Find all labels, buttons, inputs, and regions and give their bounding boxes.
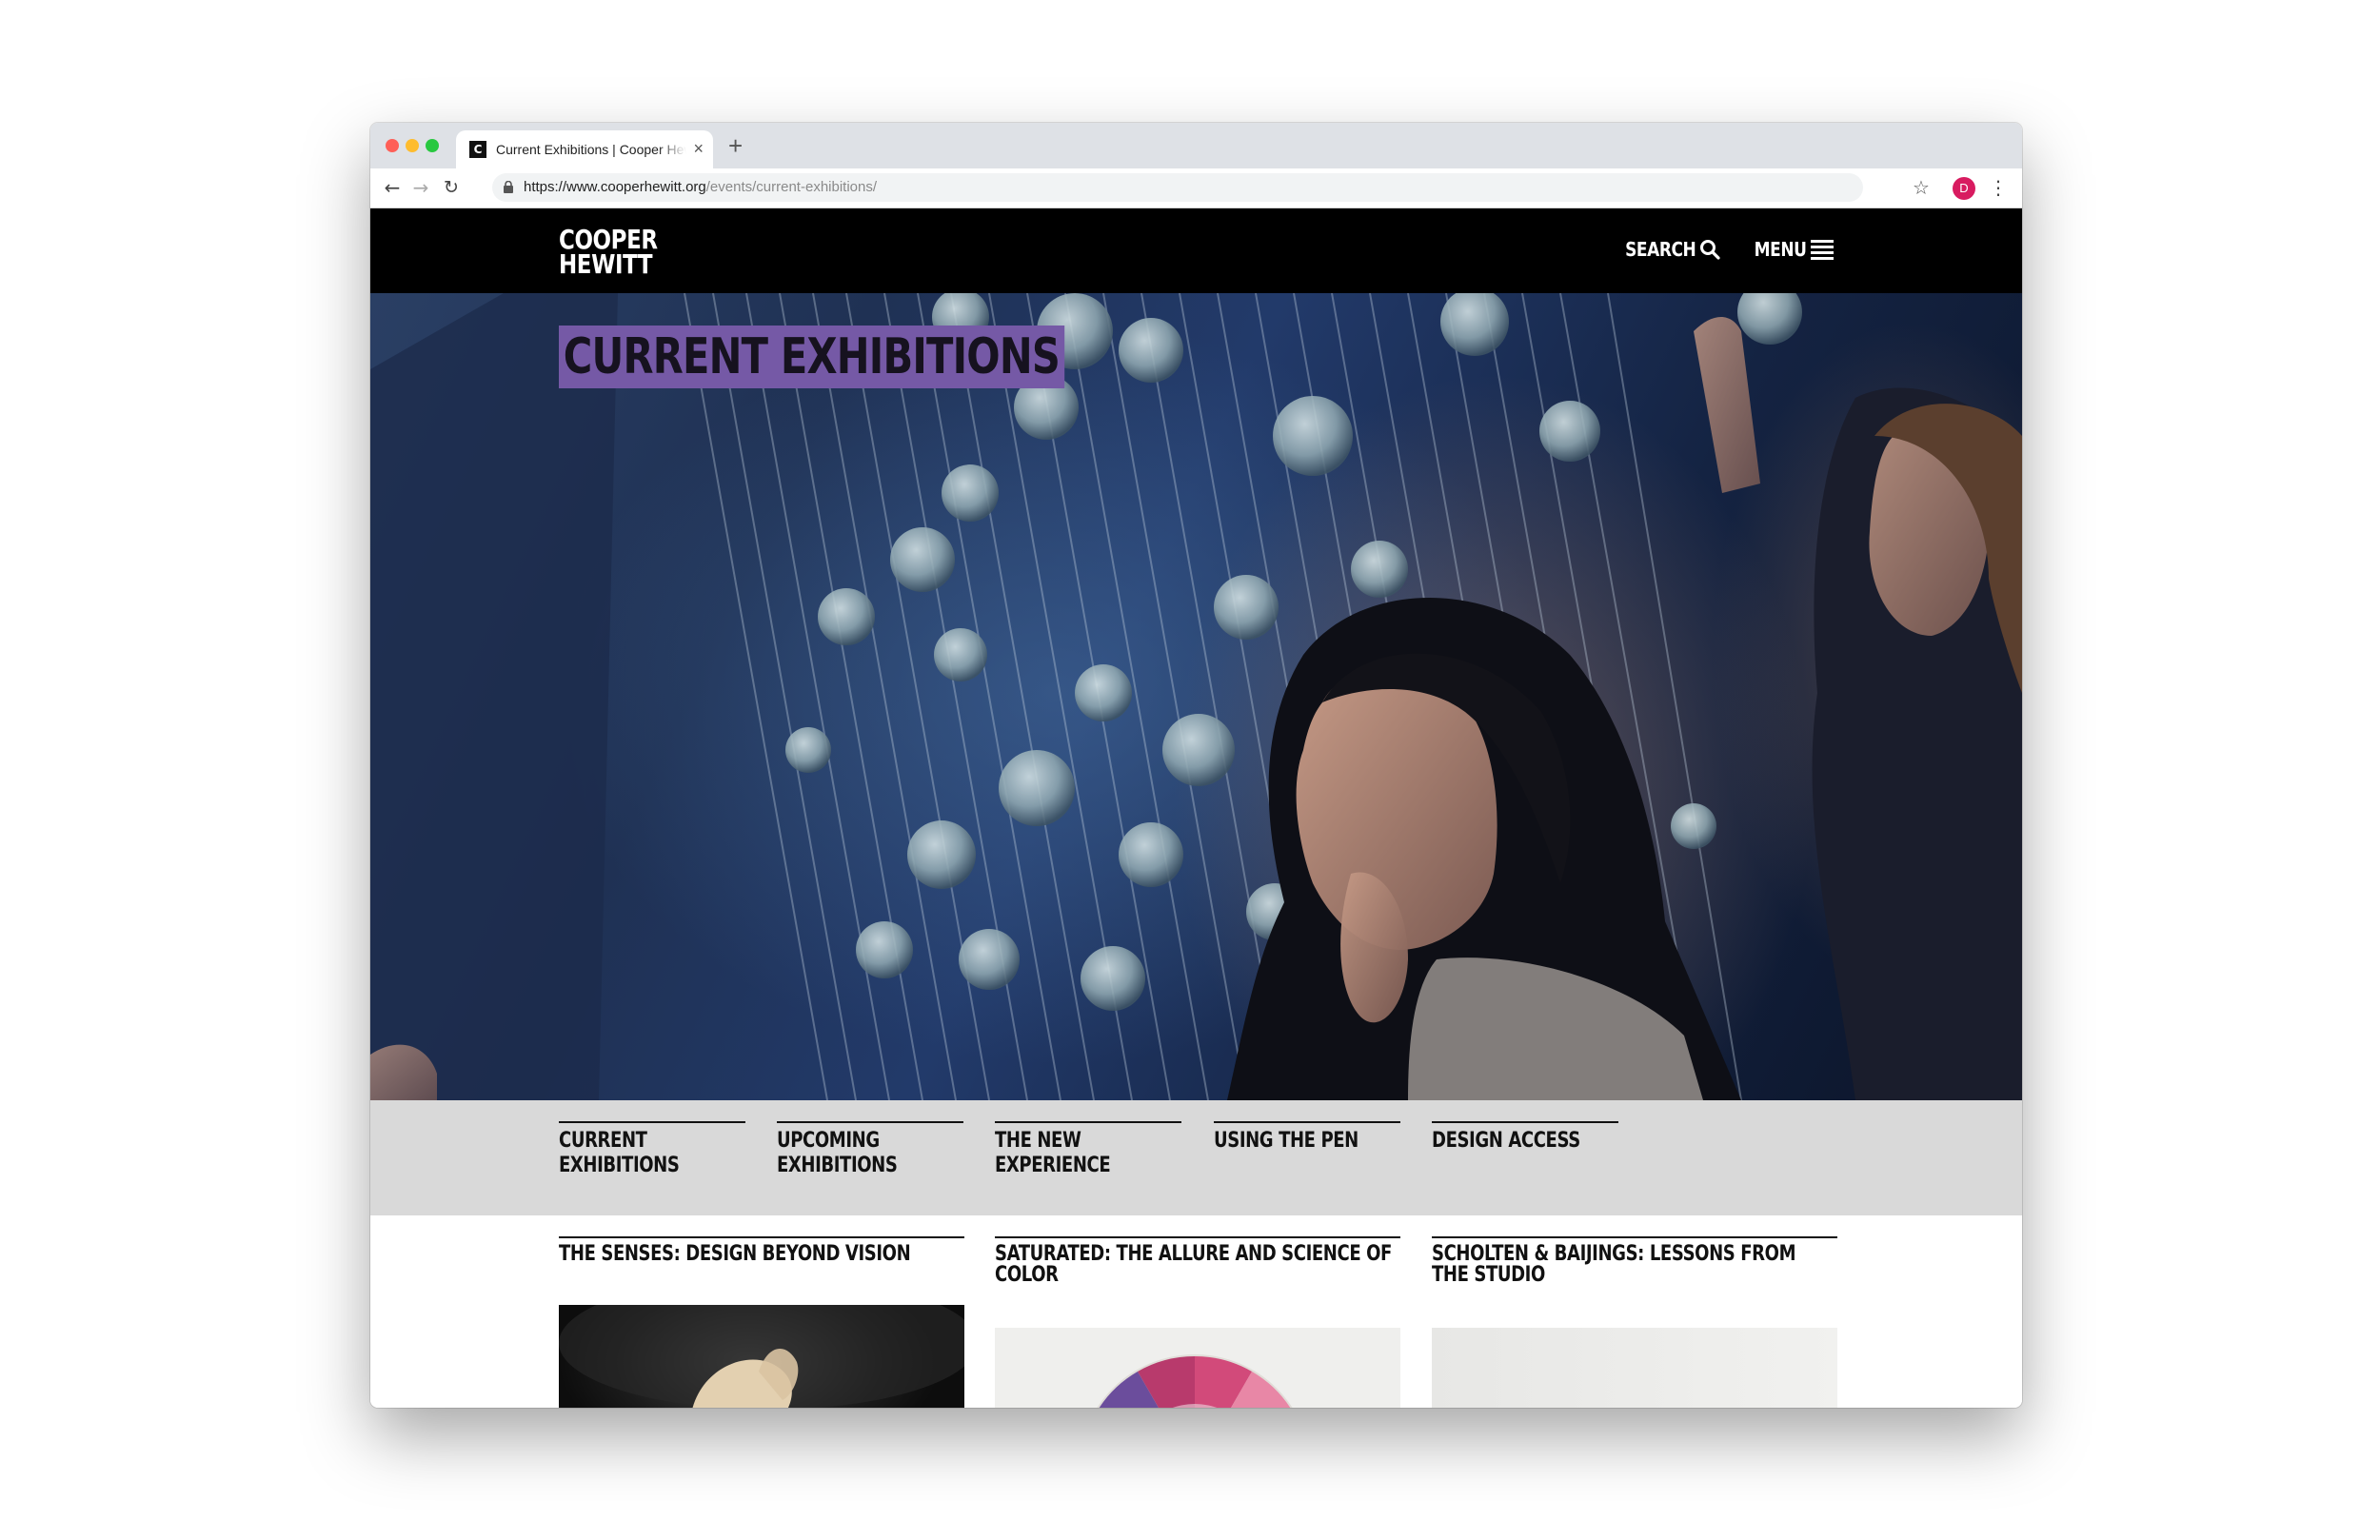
search-icon [1700,240,1721,260]
header-nav: SEARCH MENU [1588,237,1834,262]
hero-title-wrap: CURRENT EXHIBITIONS [559,326,1191,388]
exhibition-image[interactable] [995,1328,1400,1408]
page-viewport: COOPER HEWITT SEARCH MENU CURRENT EXHIBI… [370,208,2022,1408]
hero-image: CURRENT EXHIBITIONS [370,293,2022,1100]
exhibition-card[interactable]: SATURATED: THE ALLURE AND SCIENCE OF COL… [995,1236,1400,1408]
back-arrow-icon[interactable]: ← [380,175,405,200]
exhibitions-subnav: CURRENT EXHIBITIONS UPCOMING EXHIBITIONS… [370,1100,2022,1215]
color-wheel-photo [1097,1354,1293,1408]
subnav-current-exhibitions[interactable]: CURRENT EXHIBITIONS [559,1121,745,1178]
url-path: /events/current-exhibitions/ [705,179,878,195]
exhibition-title-text: THE SENSES: DESIGN BEYOND VISION [559,1242,911,1266]
more-menu-icon[interactable]: ⋮ [1989,176,2008,199]
exhibition-image[interactable] [559,1305,964,1408]
tab-bar: C Current Exhibitions | Cooper Hewitt × … [370,123,2022,168]
subnav-label-line1: UPCOMING [777,1129,880,1153]
bookmark-star-icon[interactable]: ☆ [1913,176,1930,199]
subnav-upcoming-exhibitions[interactable]: UPCOMING EXHIBITIONS [777,1121,963,1178]
address-bar[interactable]: https://www.cooperhewitt.org/events/curr… [492,173,1863,202]
exhibition-card[interactable]: THE SENSES: DESIGN BEYOND VISION [559,1236,964,1408]
subnav-using-the-pen[interactable]: USING THE PEN [1214,1121,1400,1154]
lock-icon [504,181,513,193]
exhibition-title[interactable]: SCHOLTEN & BAIJINGS: LESSONS FROM THE ST… [1432,1238,1837,1286]
maximize-window-button[interactable] [426,139,439,152]
exhibition-title[interactable]: SATURATED: THE ALLURE AND SCIENCE OF COL… [995,1238,1400,1286]
url-text: https://www.cooperhewitt.org/events/curr… [524,179,877,196]
exhibition-title[interactable]: THE SENSES: DESIGN BEYOND VISION [559,1238,964,1265]
subnav-design-access[interactable]: DESIGN ACCESS [1432,1121,1618,1154]
browser-tab[interactable]: C Current Exhibitions | Cooper Hewitt × [456,130,713,168]
cooper-hewitt-logo[interactable]: COOPER HEWITT [559,227,658,280]
subnav-label-line1: USING THE PEN [1214,1129,1359,1153]
subnav-label-line1: DESIGN ACCESS [1432,1129,1580,1153]
subnav-label-line2: EXHIBITIONS [559,1154,680,1177]
search-button[interactable]: SEARCH [1613,237,1721,262]
minimize-window-button[interactable] [406,139,419,152]
hero-photo-illustration [370,293,2022,1100]
subnav-label-line1: CURRENT [559,1129,647,1153]
favicon-icon: C [469,141,486,158]
tab-title: Current Exhibitions | Cooper Hewitt [496,142,686,157]
exhibition-title-text: SATURATED: THE ALLURE AND SCIENCE OF COL… [995,1242,1392,1287]
search-label: SEARCH [1625,238,1696,261]
subnav-label-line1: THE NEW [995,1129,1081,1153]
reload-icon[interactable]: ↻ [439,175,464,200]
close-window-button[interactable] [386,139,399,152]
menu-label: MENU [1755,238,1807,261]
browser-window: C Current Exhibitions | Cooper Hewitt × … [370,123,2022,1408]
logo-line-2: HEWITT [559,248,653,280]
page-title: CURRENT EXHIBITIONS [559,326,1064,388]
exhibition-title-text: SCHOLTEN & BAIJINGS: LESSONS FROM THE ST… [1432,1242,1796,1287]
exhibition-image[interactable] [1432,1328,1837,1408]
hamburger-menu-icon [1811,240,1834,260]
menu-button[interactable]: MENU [1745,237,1834,262]
toolbar: ← → ↻ https://www.cooperhewitt.org/event… [370,168,2022,208]
new-tab-button[interactable]: + [728,132,743,159]
site-header: COOPER HEWITT SEARCH MENU [370,208,2022,293]
subnav-label-line2: EXPERIENCE [995,1154,1111,1177]
subnav-the-new-experience[interactable]: THE NEW EXPERIENCE [995,1121,1181,1178]
exhibition-photo [559,1305,964,1408]
profile-avatar[interactable]: D [1953,177,1975,200]
subnav-label-line2: EXHIBITIONS [777,1154,898,1177]
forward-arrow-icon[interactable]: → [408,175,433,200]
exhibition-card[interactable]: SCHOLTEN & BAIJINGS: LESSONS FROM THE ST… [1432,1236,1837,1408]
url-base: https://www.cooperhewitt.org [524,179,706,195]
tab-close-icon[interactable]: × [693,139,704,158]
